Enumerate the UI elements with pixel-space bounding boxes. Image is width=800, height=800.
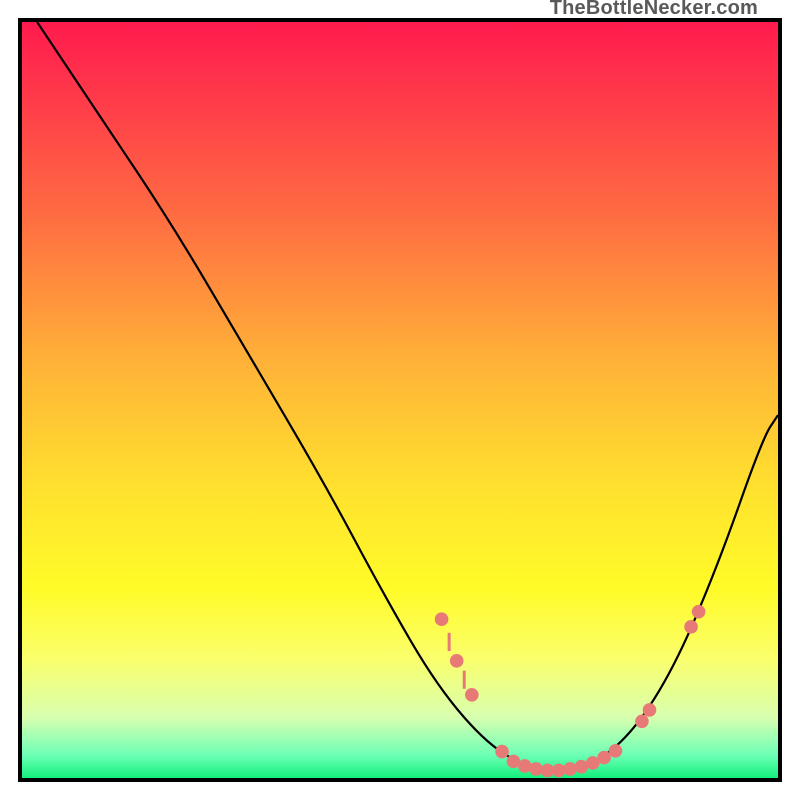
marker-dot	[495, 745, 509, 759]
chart-frame: TheBottleNecker.com	[18, 18, 782, 782]
curve-markers	[435, 605, 706, 777]
marker-dot	[635, 714, 649, 728]
curve-layer	[22, 22, 778, 778]
plot-area	[22, 22, 778, 778]
marker-dot	[692, 605, 706, 619]
marker-dot	[684, 620, 698, 634]
marker-dot	[435, 612, 449, 626]
marker-dot	[643, 703, 657, 717]
watermark-label: TheBottleNecker.com	[550, 0, 758, 20]
bottleneck-curve	[37, 22, 778, 770]
marker-dot	[563, 762, 577, 776]
bottleneck-curve-path	[37, 22, 778, 770]
marker-dot	[450, 654, 464, 668]
marker-dot	[597, 751, 611, 765]
marker-dot	[465, 688, 479, 702]
marker-dot	[609, 744, 623, 758]
